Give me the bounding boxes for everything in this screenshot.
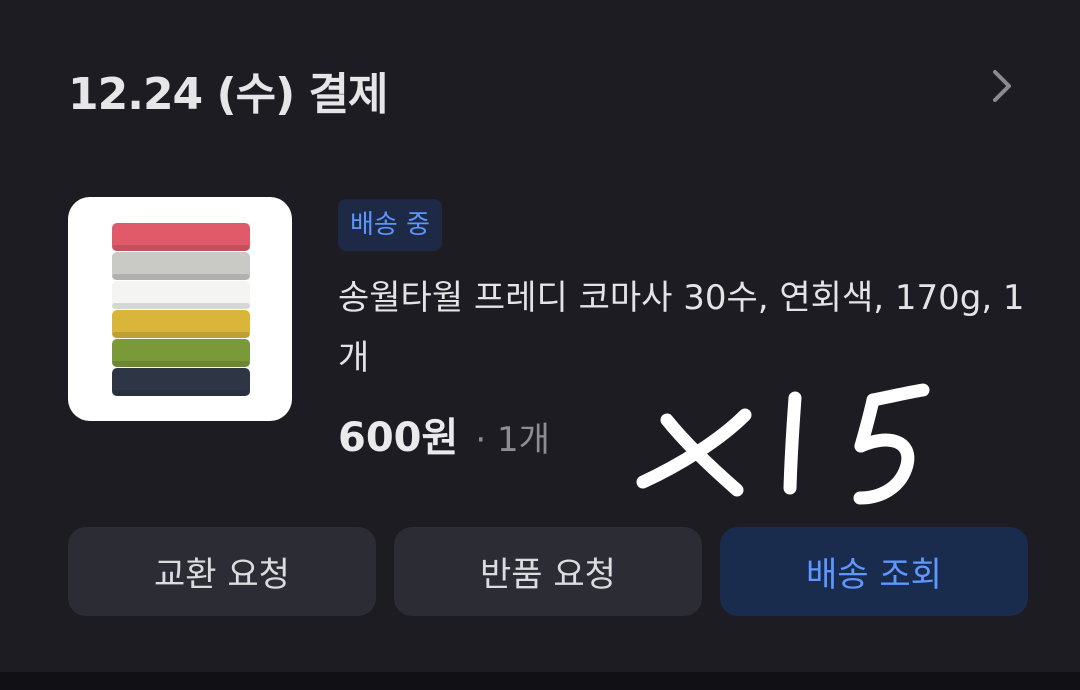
towel-layer-shadow [112,274,250,280]
exchange-request-button[interactable]: 교환 요청 [68,527,376,616]
track-shipping-button[interactable]: 배송 조회 [720,527,1028,616]
product-quantity: · 1개 [475,420,550,460]
order-header[interactable]: 12.24 (수) 결제 [0,0,1080,160]
towel-layer-shadow [112,361,250,367]
product-price: 600원 [338,415,459,461]
bottom-divider [0,672,1080,690]
return-request-button[interactable]: 반품 요청 [394,527,702,616]
product-thumbnail[interactable] [68,197,292,421]
towel-layer-shadow [112,245,250,251]
towel-layer-shadow [112,303,250,309]
order-card: 12.24 (수) 결제 배송 중 송월타월 프레디 코마사 30수, 연회색,… [0,0,1080,672]
towel-stack-image [112,223,250,396]
shipping-status-badge: 배송 중 [338,199,443,251]
towel-layer-shadow [112,390,250,396]
price-row: 600원 · 1개 [338,405,550,463]
chevron-right-icon[interactable] [985,66,1019,106]
towel-layer-shadow [112,332,250,338]
handwritten-quantity-annotation [636,383,930,505]
order-date-title: 12.24 (수) 결제 [68,69,388,120]
